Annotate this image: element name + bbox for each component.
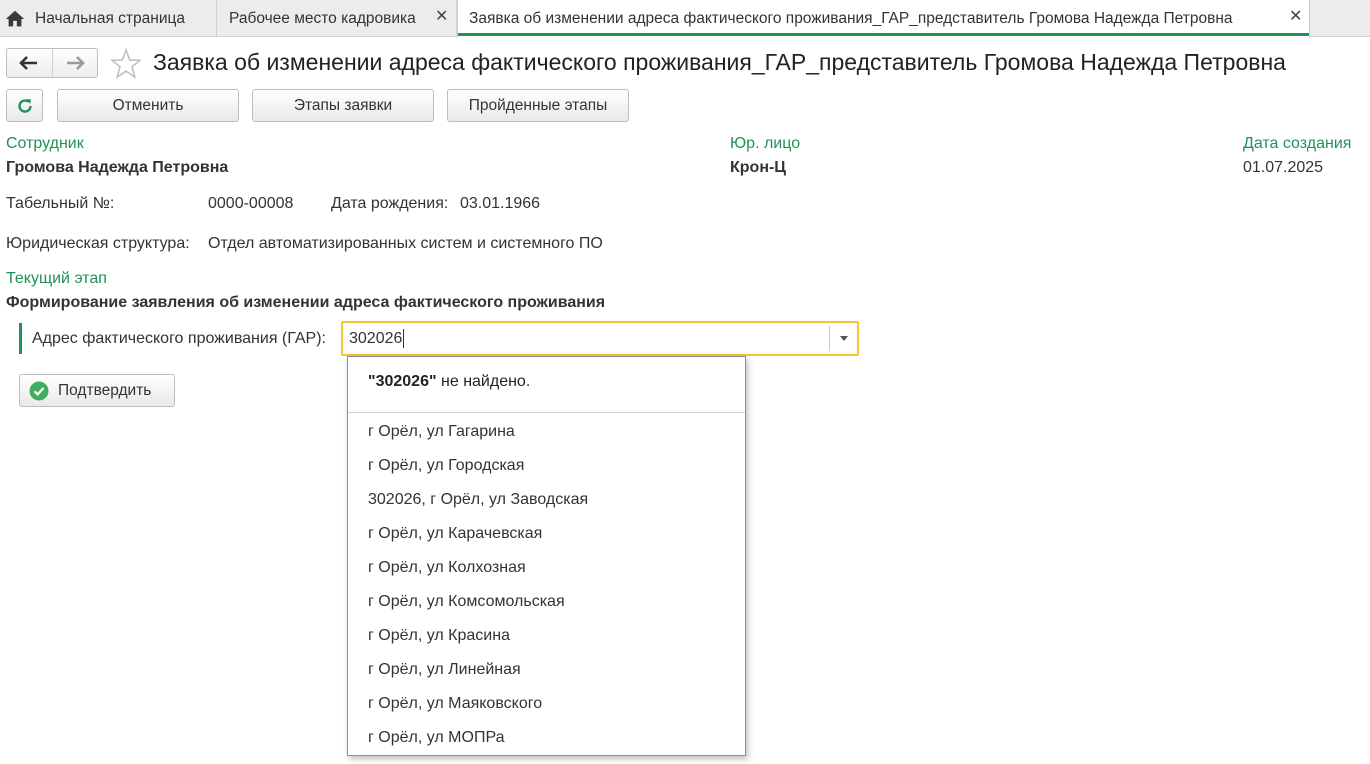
tab-request-label: Заявка об изменении адреса фактического …	[469, 10, 1233, 27]
tab-hr-workplace[interactable]: Рабочее место кадровика ✕	[217, 0, 457, 37]
not-found-query: "302026"	[368, 373, 437, 390]
suggestion-item[interactable]: г Орёл, ул Карачевская	[348, 517, 745, 551]
back-button[interactable]	[7, 49, 52, 77]
current-stage-label: Текущий этап	[6, 270, 107, 287]
check-circle-icon	[29, 381, 49, 400]
tab-number-value: 0000-00008	[208, 195, 294, 212]
tab-bar: Начальная страница Рабочее место кадрови…	[0, 0, 1370, 38]
address-input-value: 302026	[349, 330, 403, 347]
birth-date-value: 03.01.1966	[460, 195, 541, 212]
suggestion-item[interactable]: г Орёл, ул Линейная	[348, 653, 745, 687]
cancel-button[interactable]: Отменить	[57, 89, 239, 122]
structure-label: Юридическая структура:	[6, 235, 190, 252]
suggestion-item[interactable]: г Орёл, ул Маяковского	[348, 687, 745, 721]
legal-entity-label: Юр. лицо	[730, 135, 801, 152]
current-stage-value: Формирование заявления об изменении адре…	[6, 294, 606, 311]
chevron-down-icon	[839, 336, 848, 341]
refresh-icon	[17, 98, 32, 113]
star-icon[interactable]	[110, 48, 142, 80]
structure-value: Отдел автоматизированных систем и систем…	[208, 235, 603, 252]
suggestion-item[interactable]: г Орёл, ул Колхозная	[348, 551, 745, 585]
not-found-text: не найдено.	[436, 373, 531, 390]
tab-home-label: Начальная страница	[35, 9, 185, 27]
tab-number-label: Табельный №:	[6, 195, 115, 212]
arrow-right-icon	[66, 56, 85, 70]
created-date-label: Дата создания	[1243, 135, 1352, 152]
tab-request[interactable]: Заявка об изменении адреса фактического …	[457, 0, 1310, 38]
confirm-button-label: Подтвердить	[58, 381, 152, 399]
text-cursor	[403, 329, 404, 348]
refresh-button[interactable]	[6, 89, 43, 122]
forward-button[interactable]	[51, 49, 98, 77]
page-title: Заявка об изменении адреса фактического …	[153, 49, 1286, 75]
request-stages-button[interactable]: Этапы заявки	[252, 89, 434, 122]
address-label: Адрес фактического проживания (ГАР):	[32, 330, 326, 347]
arrow-left-icon	[19, 56, 38, 70]
suggestion-item[interactable]: г Орёл, ул МОПРа	[348, 721, 745, 755]
created-date-value: 01.07.2025	[1243, 159, 1324, 176]
suggestion-item[interactable]: г Орёл, ул Красина	[348, 619, 745, 653]
address-dropdown-button[interactable]	[829, 326, 857, 351]
suggestion-item[interactable]: г Орёл, ул Комсомольская	[348, 585, 745, 619]
close-icon[interactable]: ✕	[1289, 9, 1302, 25]
suggestion-item[interactable]: 302026, г Орёл, ул Заводская	[348, 483, 745, 517]
history-navigation	[6, 48, 98, 78]
address-suggestions-dropdown: "302026" не найдено. г Орёл, ул Гагарина…	[347, 356, 746, 756]
suggestion-list: г Орёл, ул Гагарина г Орёл, ул Городская 3…	[348, 415, 745, 755]
legal-entity-value[interactable]: Крон-Ц	[730, 159, 786, 177]
not-found-message: "302026" не найдено.	[368, 373, 530, 391]
employee-value[interactable]: Громова Надежда Петровна	[6, 159, 228, 177]
confirm-button[interactable]: Подтвердить	[19, 374, 175, 407]
tab-hr-workplace-label: Рабочее место кадровика	[229, 9, 416, 27]
close-icon[interactable]: ✕	[435, 9, 448, 25]
passed-stages-button[interactable]: Пройденные этапы	[447, 89, 629, 122]
address-input[interactable]: 302026	[341, 321, 859, 356]
employee-label: Сотрудник	[6, 135, 84, 152]
home-icon	[5, 10, 25, 26]
tab-home[interactable]: Начальная страница	[0, 0, 217, 37]
suggestion-item[interactable]: г Орёл, ул Гагарина	[348, 415, 745, 449]
required-field-marker	[19, 323, 22, 354]
suggestion-item[interactable]: г Орёл, ул Городская	[348, 449, 745, 483]
divider	[348, 412, 745, 413]
birth-date-label: Дата рождения:	[331, 195, 449, 212]
